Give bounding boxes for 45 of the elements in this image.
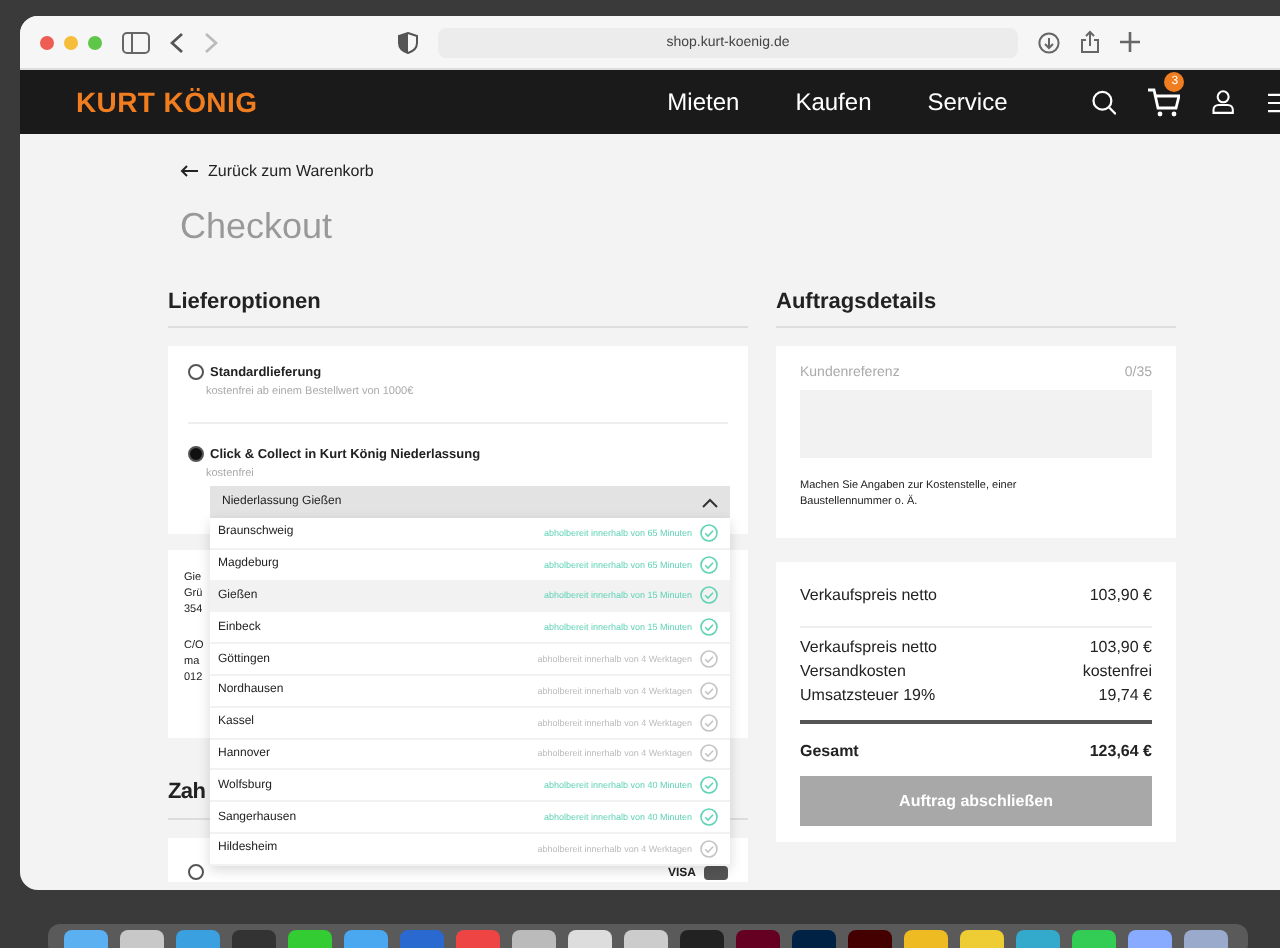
check-circle-icon xyxy=(700,681,718,700)
section-heading: Lieferoptionen xyxy=(168,292,748,328)
download-icon[interactable] xyxy=(1038,31,1060,53)
nav-link[interactable]: Service xyxy=(927,88,1008,116)
check-circle-icon xyxy=(700,650,718,669)
check-circle-icon xyxy=(700,618,718,637)
check-circle-icon xyxy=(700,744,718,763)
user-icon[interactable] xyxy=(1212,86,1236,118)
back-link[interactable]: Zurück zum Warenkorb xyxy=(180,162,1280,180)
total-label: Gesamt xyxy=(800,740,859,764)
nav-link[interactable]: Kaufen xyxy=(795,88,872,116)
check-circle-icon xyxy=(700,808,718,827)
check-circle-icon xyxy=(700,713,718,732)
total-value: 123,64 € xyxy=(1089,740,1152,764)
check-circle-icon xyxy=(700,523,718,542)
chevron-icon xyxy=(702,497,718,507)
summary-value: 103,90 € xyxy=(1089,636,1152,660)
page-title: Checkout xyxy=(180,206,335,248)
section-heading: Auftragsdetails xyxy=(776,292,1176,328)
summary-label: Verkaufspreis netto xyxy=(800,636,937,660)
summary-label: Umsatzsteuer 19% xyxy=(800,684,936,708)
check-circle-icon xyxy=(700,839,718,858)
share-icon[interactable] xyxy=(1080,30,1100,54)
summary-value: 103,90 € xyxy=(1089,584,1152,608)
brand-logo[interactable]: KURT KÖNIG xyxy=(76,86,258,118)
check-circle-icon xyxy=(700,555,718,574)
radio-button[interactable] xyxy=(188,364,204,380)
check-circle-icon xyxy=(700,586,718,605)
shield-icon[interactable] xyxy=(398,31,418,53)
summary-value: 19,74 € xyxy=(1098,684,1152,708)
nav-link[interactable]: Mieten xyxy=(667,88,740,116)
new-tab-icon[interactable] xyxy=(1120,32,1140,52)
credit-card-icon xyxy=(704,866,728,880)
sidebar-icon[interactable] xyxy=(122,31,150,53)
radio-button[interactable] xyxy=(188,864,204,880)
search-icon[interactable] xyxy=(1091,85,1117,119)
left-arrow-icon xyxy=(180,164,198,178)
back-icon[interactable] xyxy=(170,31,184,53)
radio-button[interactable] xyxy=(188,446,204,462)
summary-label: Verkaufspreis netto xyxy=(800,584,937,608)
shopping-cart-icon[interactable] xyxy=(1148,87,1181,117)
check-circle-icon xyxy=(700,776,718,795)
summary-label: Versandkosten xyxy=(800,660,906,684)
window-controls-icon[interactable] xyxy=(40,35,102,49)
summary-value: kostenfrei xyxy=(1082,660,1152,684)
